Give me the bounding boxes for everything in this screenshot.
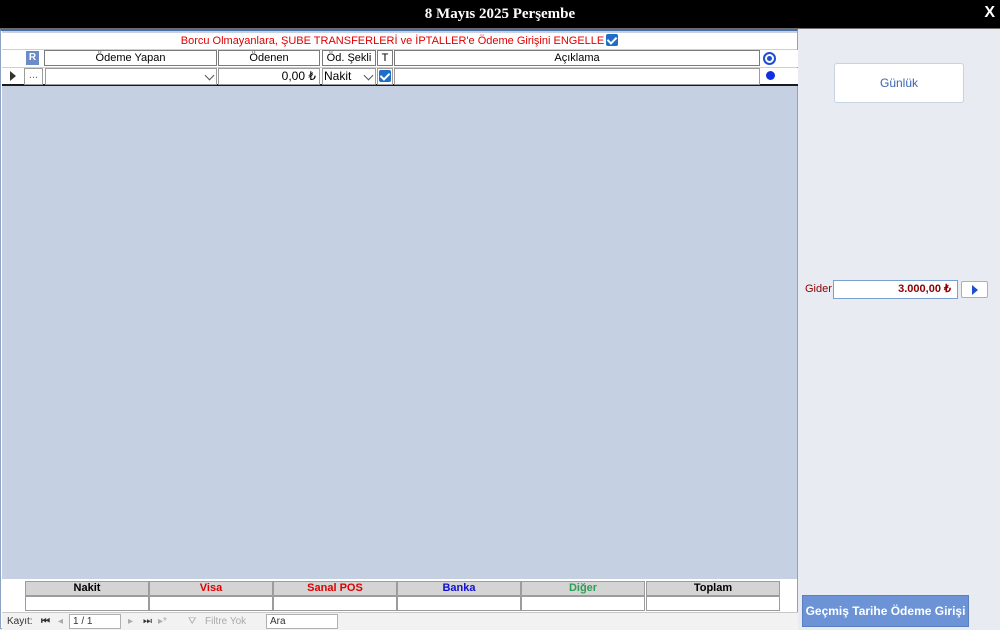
window-title: 8 Mayıs 2025 Perşembe (424, 6, 576, 22)
expense-label: Gider (805, 283, 832, 295)
total-header-virtual-pos: Sanal POS (273, 581, 397, 596)
daily-button[interactable]: Günlük (834, 63, 964, 103)
total-visa-value (149, 596, 273, 611)
grid-header: R Ödeme Yapan Ödenen Öd. Şekli T Açıklam… (2, 50, 798, 67)
total-virtual-pos-value (273, 596, 397, 611)
search-input[interactable]: Ara (266, 614, 338, 629)
radio-icon[interactable] (763, 52, 776, 65)
total-header-sum: Toplam (646, 581, 780, 596)
method-combo[interactable]: Nakit (322, 68, 376, 85)
column-method[interactable]: Öd. Şekli (322, 50, 376, 66)
block-payment-checkbox[interactable] (606, 34, 619, 46)
method-value: Nakit (324, 69, 352, 83)
payer-combo[interactable] (45, 68, 217, 85)
column-description[interactable]: Açıklama (394, 50, 760, 66)
description-field[interactable] (394, 68, 760, 85)
payment-form: Borcu Olmayanlara, ŞUBE TRANSFERLERİ ve … (0, 29, 798, 630)
close-button[interactable]: X (984, 4, 995, 22)
last-record-icon[interactable]: ⏭ (143, 616, 152, 627)
record-navigator: Kayıt: ⏮ ◂ 1 / 1 ▸ ⏭ ▸* ⛛ Filtre Yok Ara (2, 612, 798, 630)
past-date-payment-button[interactable]: Geçmiş Tarihe Ödeme Girişi (802, 595, 969, 627)
previous-record-icon[interactable]: ◂ (58, 616, 63, 627)
expense-arrow-button[interactable] (961, 281, 988, 298)
filter-status[interactable]: Filtre Yok (205, 616, 246, 627)
new-record-icon[interactable]: ▸* (158, 616, 167, 627)
r-badge[interactable]: R (26, 51, 39, 65)
side-panel: Günlük Gider 3.000,00 ₺ Geçmiş Tarihe Öd… (800, 29, 1000, 629)
total-header-cash: Nakit (25, 581, 149, 596)
block-payment-label: Borcu Olmayanlara, ŞUBE TRANSFERLERİ ve … (180, 35, 605, 47)
title-bar: 8 Mayıs 2025 Perşembe X (0, 0, 1000, 29)
record-label: Kayıt: (7, 616, 33, 627)
column-t[interactable]: T (377, 50, 393, 66)
record-position[interactable]: 1 / 1 (69, 614, 121, 629)
t-cell[interactable] (377, 68, 393, 85)
t-checkbox[interactable] (379, 70, 391, 82)
row-selector-icon (10, 71, 16, 81)
paid-field[interactable]: 0,00 ₺ (218, 68, 320, 85)
block-payment-option[interactable]: Borcu Olmayanlara, ŞUBE TRANSFERLERİ ve … (2, 33, 797, 49)
chevron-down-icon[interactable] (204, 70, 215, 81)
total-cash-value (25, 596, 149, 611)
chevron-down-icon[interactable] (363, 70, 374, 81)
total-sum-value (646, 596, 780, 611)
total-header-bank: Banka (397, 581, 521, 596)
total-header-visa: Visa (149, 581, 273, 596)
next-record-icon[interactable]: ▸ (128, 616, 133, 627)
expense-value: 3.000,00 ₺ (833, 280, 958, 299)
row-radio-icon[interactable] (766, 71, 775, 80)
column-paid[interactable]: Ödenen (218, 50, 320, 66)
filter-icon[interactable]: ⛛ (188, 616, 196, 627)
total-other-value (521, 596, 645, 611)
total-bank-value (397, 596, 521, 611)
column-payer[interactable]: Ödeme Yapan (44, 50, 217, 66)
payment-grid: Borcu Olmayanlara, ŞUBE TRANSFERLERİ ve … (2, 31, 798, 579)
first-record-icon[interactable]: ⏮ (41, 616, 50, 627)
table-row[interactable]: ... 0,00 ₺ Nakit (2, 68, 798, 86)
total-header-other: Diğer (521, 581, 645, 596)
more-button[interactable]: ... (24, 68, 43, 85)
